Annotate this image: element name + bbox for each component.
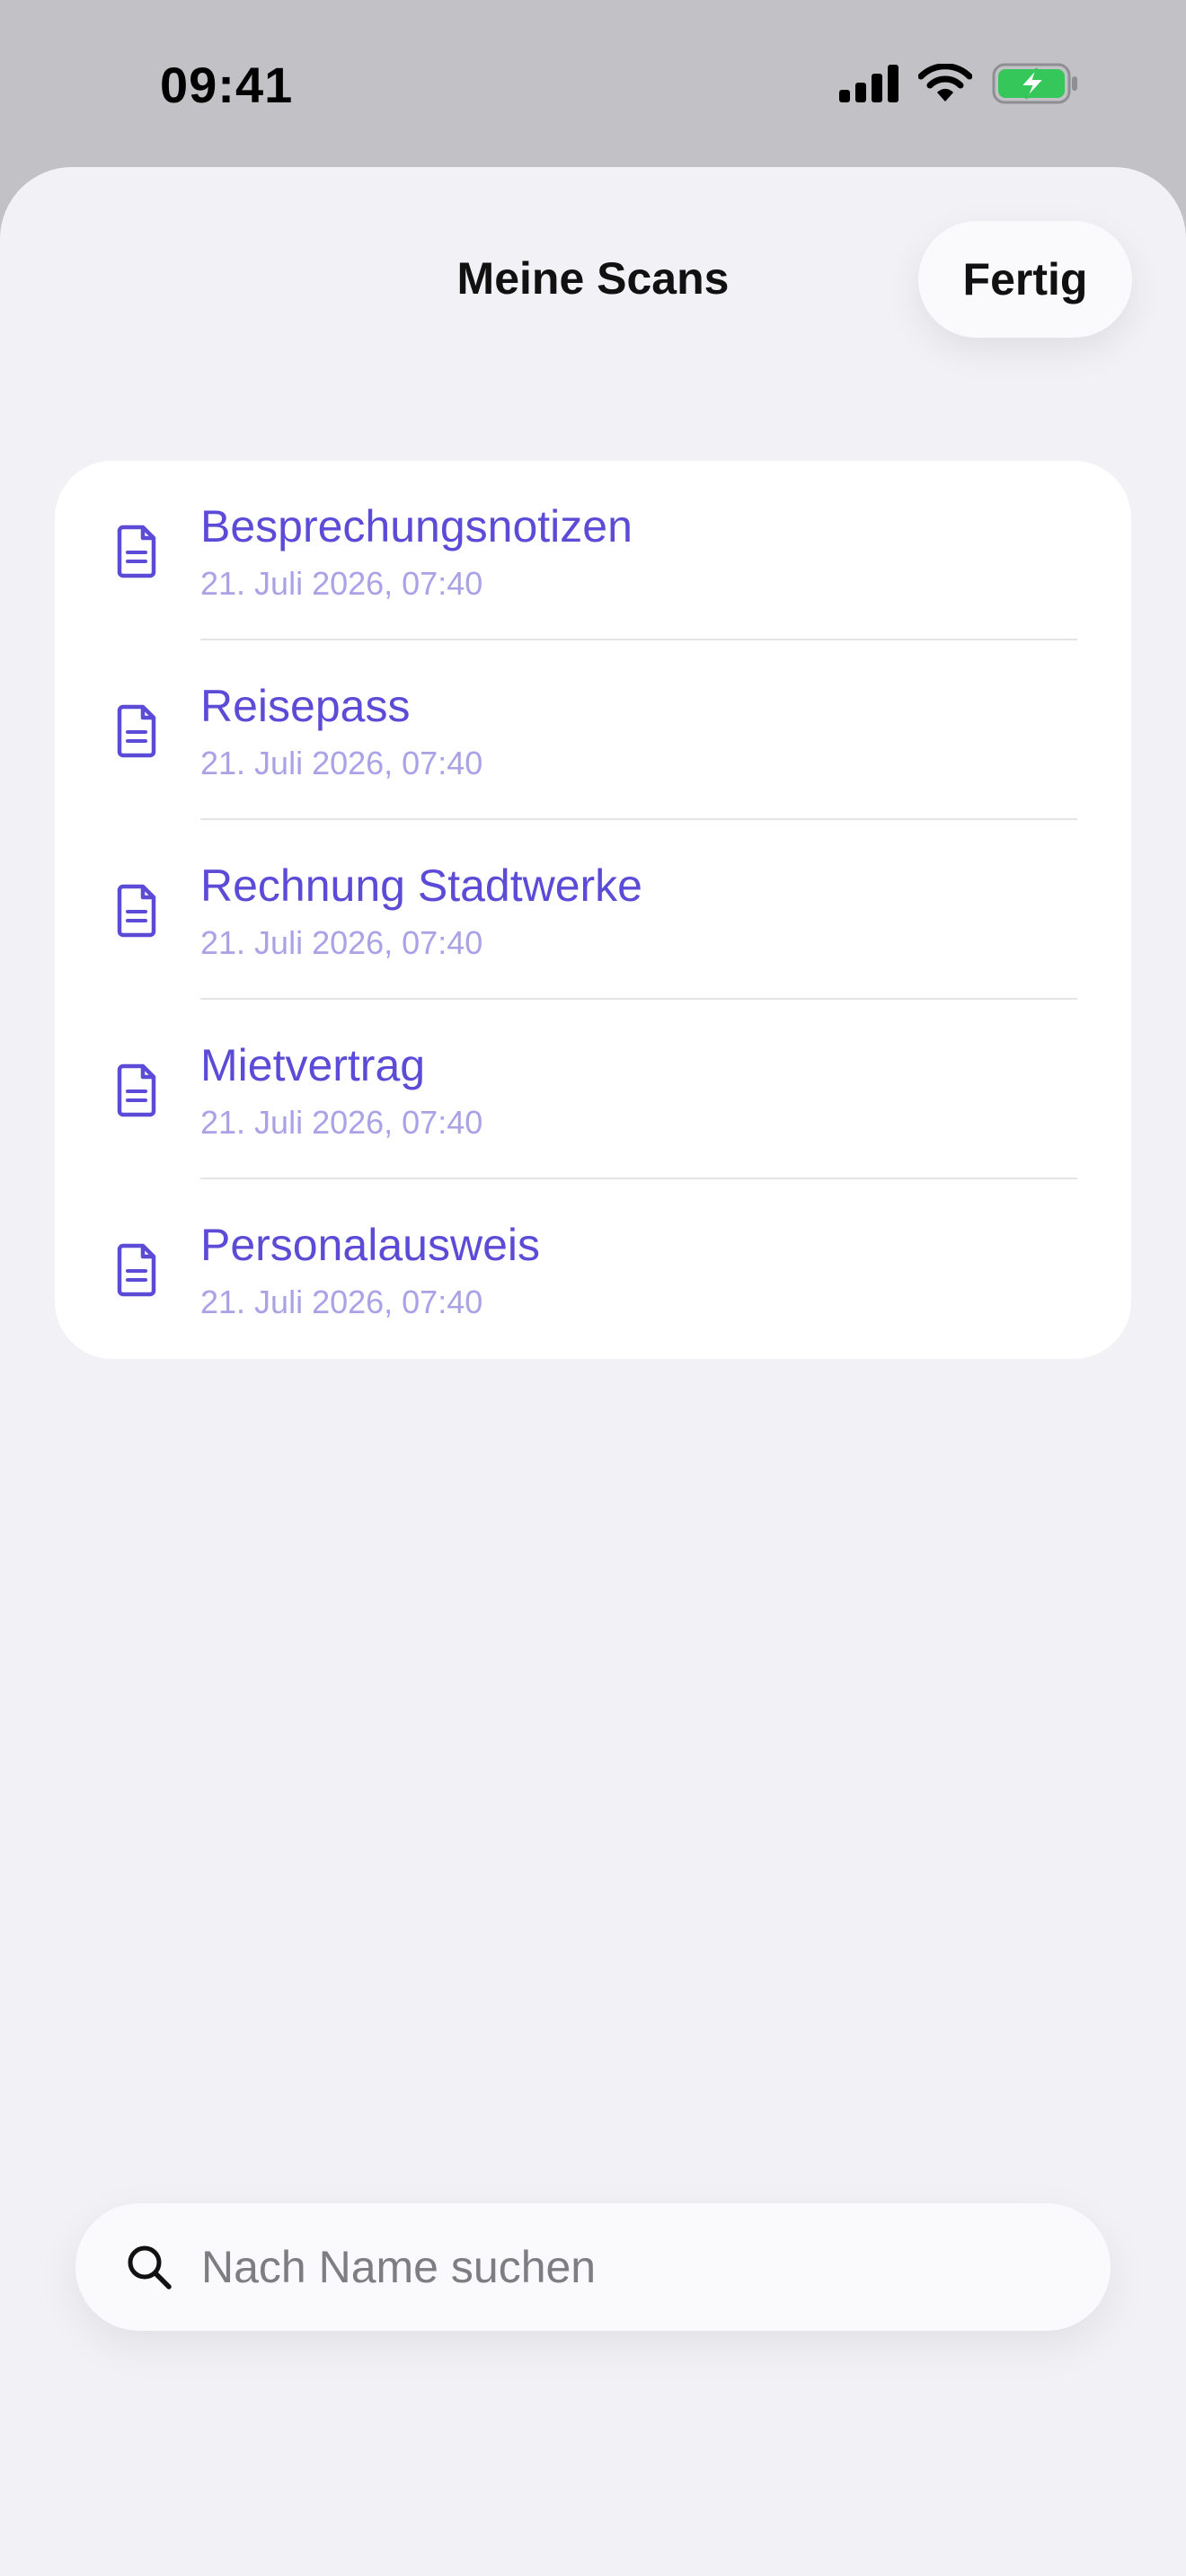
battery-charging-icon <box>992 63 1078 109</box>
document-icon <box>109 1061 166 1118</box>
document-name: Reisepass <box>200 681 411 731</box>
status-time: 09:41 <box>160 57 294 113</box>
document-icon <box>109 522 166 579</box>
document-icon <box>109 1240 166 1298</box>
document-date: 21. Juli 2026, 07:40 <box>200 1104 483 1141</box>
document-date: 21. Juli 2026, 07:40 <box>200 924 483 961</box>
cellular-signal-icon <box>837 65 898 107</box>
done-button[interactable]: Fertig <box>918 221 1132 338</box>
document-item[interactable]: Besprechungsnotizen 21. Juli 2026, 07:40 <box>55 461 1131 640</box>
document-date: 21. Juli 2026, 07:40 <box>200 745 483 781</box>
document-name: Rechnung Stadtwerke <box>200 860 642 911</box>
document-item[interactable]: Mietvertrag 21. Juli 2026, 07:40 <box>55 1000 1131 1179</box>
document-name: Besprechungsnotizen <box>200 501 633 551</box>
status-bar: 09:41 <box>0 0 1186 167</box>
search-bar[interactable] <box>75 2203 1111 2331</box>
wifi-icon <box>917 63 973 108</box>
document-name: Personalausweis <box>200 1220 540 1270</box>
document-item[interactable]: Rechnung Stadtwerke 21. Juli 2026, 07:40 <box>55 820 1131 1000</box>
document-list: Besprechungsnotizen 21. Juli 2026, 07:40… <box>55 461 1131 1359</box>
document-item[interactable]: Personalausweis 21. Juli 2026, 07:40 <box>55 1179 1131 1359</box>
document-icon <box>109 881 166 939</box>
scans-sheet: Meine Scans Fertig Besprechungsnotizen 2… <box>0 167 1186 2576</box>
document-name: Mietvertrag <box>200 1040 426 1090</box>
document-item[interactable]: Reisepass 21. Juli 2026, 07:40 <box>55 640 1131 820</box>
document-date: 21. Juli 2026, 07:40 <box>200 1284 483 1320</box>
document-date: 21. Juli 2026, 07:40 <box>200 565 483 602</box>
status-icons <box>837 63 1078 109</box>
search-input[interactable] <box>201 2203 1064 2331</box>
document-icon <box>109 701 166 759</box>
search-icon <box>126 2244 173 2290</box>
